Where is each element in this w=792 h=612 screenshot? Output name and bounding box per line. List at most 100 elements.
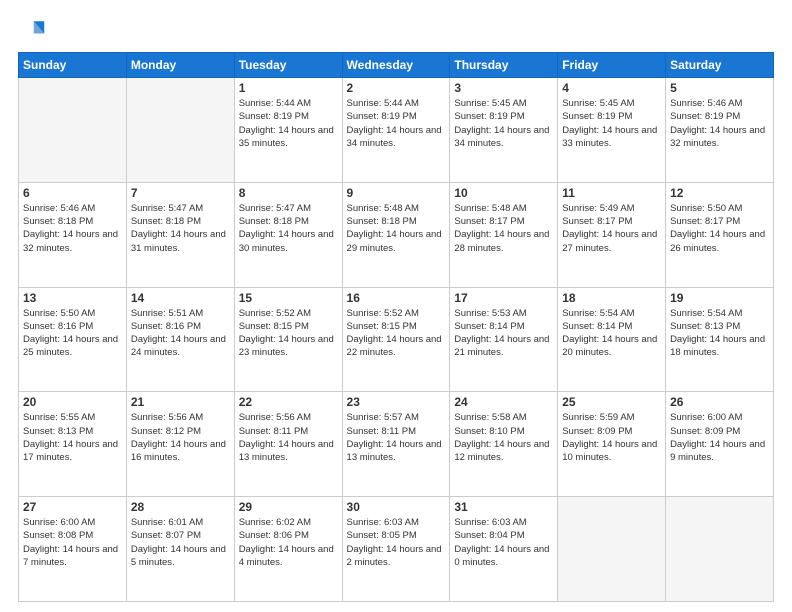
day-detail: Sunrise: 5:57 AM Sunset: 8:11 PM Dayligh… — [347, 411, 446, 464]
calendar-table: SundayMondayTuesdayWednesdayThursdayFrid… — [18, 52, 774, 602]
calendar-cell: 20 Sunrise: 5:55 AM Sunset: 8:13 PM Dayli… — [19, 392, 127, 497]
logo-icon — [18, 16, 46, 44]
page: SundayMondayTuesdayWednesdayThursdayFrid… — [0, 0, 792, 612]
day-detail: Sunrise: 5:50 AM Sunset: 8:16 PM Dayligh… — [23, 307, 122, 360]
day-detail: Sunrise: 5:45 AM Sunset: 8:19 PM Dayligh… — [562, 97, 661, 150]
day-detail: Sunrise: 6:02 AM Sunset: 8:06 PM Dayligh… — [239, 516, 338, 569]
calendar-weekday-sunday: Sunday — [19, 53, 127, 78]
day-detail: Sunrise: 5:47 AM Sunset: 8:18 PM Dayligh… — [239, 202, 338, 255]
calendar-week-row: 13 Sunrise: 5:50 AM Sunset: 8:16 PM Dayli… — [19, 287, 774, 392]
header — [18, 16, 774, 44]
calendar-cell: 11 Sunrise: 5:49 AM Sunset: 8:17 PM Dayli… — [558, 182, 666, 287]
day-detail: Sunrise: 5:46 AM Sunset: 8:18 PM Dayligh… — [23, 202, 122, 255]
day-number: 7 — [131, 186, 230, 200]
calendar-week-row: 1Sunrise: 5:44 AM Sunset: 8:19 PM Daylig… — [19, 78, 774, 183]
day-detail: Sunrise: 5:59 AM Sunset: 8:09 PM Dayligh… — [562, 411, 661, 464]
day-number: 28 — [131, 500, 230, 514]
calendar-cell: 27 Sunrise: 6:00 AM Sunset: 8:08 PM Dayli… — [19, 497, 127, 602]
day-number: 11 — [562, 186, 661, 200]
day-detail: Sunrise: 5:58 AM Sunset: 8:10 PM Dayligh… — [454, 411, 553, 464]
day-detail: Sunrise: 6:01 AM Sunset: 8:07 PM Dayligh… — [131, 516, 230, 569]
calendar-cell: 18 Sunrise: 5:54 AM Sunset: 8:14 PM Dayli… — [558, 287, 666, 392]
calendar-cell: 24 Sunrise: 5:58 AM Sunset: 8:10 PM Dayli… — [450, 392, 558, 497]
calendar-cell — [126, 78, 234, 183]
calendar-weekday-saturday: Saturday — [666, 53, 774, 78]
calendar-week-row: 27 Sunrise: 6:00 AM Sunset: 8:08 PM Dayli… — [19, 497, 774, 602]
day-number: 3 — [454, 81, 553, 95]
day-detail: Sunrise: 5:54 AM Sunset: 8:13 PM Dayligh… — [670, 307, 769, 360]
calendar-header-row: SundayMondayTuesdayWednesdayThursdayFrid… — [19, 53, 774, 78]
calendar-week-row: 20 Sunrise: 5:55 AM Sunset: 8:13 PM Dayli… — [19, 392, 774, 497]
calendar-weekday-thursday: Thursday — [450, 53, 558, 78]
day-number: 25 — [562, 395, 661, 409]
day-number: 14 — [131, 291, 230, 305]
day-number: 21 — [131, 395, 230, 409]
day-number: 23 — [347, 395, 446, 409]
calendar-cell: 29 Sunrise: 6:02 AM Sunset: 8:06 PM Dayli… — [234, 497, 342, 602]
day-number: 6 — [23, 186, 122, 200]
day-number: 29 — [239, 500, 338, 514]
calendar-cell: 1Sunrise: 5:44 AM Sunset: 8:19 PM Daylig… — [234, 78, 342, 183]
calendar-cell: 12Sunrise: 5:50 AM Sunset: 8:17 PM Dayli… — [666, 182, 774, 287]
day-number: 8 — [239, 186, 338, 200]
calendar-cell: 7 Sunrise: 5:47 AM Sunset: 8:18 PM Daylig… — [126, 182, 234, 287]
calendar-cell: 2 Sunrise: 5:44 AM Sunset: 8:19 PM Daylig… — [342, 78, 450, 183]
calendar-cell: 17 Sunrise: 5:53 AM Sunset: 8:14 PM Dayli… — [450, 287, 558, 392]
day-number: 24 — [454, 395, 553, 409]
day-detail: Sunrise: 6:03 AM Sunset: 8:04 PM Dayligh… — [454, 516, 553, 569]
day-detail: Sunrise: 5:48 AM Sunset: 8:17 PM Dayligh… — [454, 202, 553, 255]
day-number: 27 — [23, 500, 122, 514]
calendar-cell: 9Sunrise: 5:48 AM Sunset: 8:18 PM Daylig… — [342, 182, 450, 287]
calendar-cell: 22 Sunrise: 5:56 AM Sunset: 8:11 PM Dayli… — [234, 392, 342, 497]
day-detail: Sunrise: 5:56 AM Sunset: 8:11 PM Dayligh… — [239, 411, 338, 464]
day-detail: Sunrise: 5:44 AM Sunset: 8:19 PM Dayligh… — [347, 97, 446, 150]
calendar-cell — [19, 78, 127, 183]
logo — [18, 16, 50, 44]
day-number: 22 — [239, 395, 338, 409]
calendar-cell: 10 Sunrise: 5:48 AM Sunset: 8:17 PM Dayli… — [450, 182, 558, 287]
calendar-cell: 8 Sunrise: 5:47 AM Sunset: 8:18 PM Daylig… — [234, 182, 342, 287]
day-number: 10 — [454, 186, 553, 200]
day-number: 30 — [347, 500, 446, 514]
day-detail: Sunrise: 5:47 AM Sunset: 8:18 PM Dayligh… — [131, 202, 230, 255]
day-number: 19 — [670, 291, 769, 305]
day-detail: Sunrise: 6:00 AM Sunset: 8:09 PM Dayligh… — [670, 411, 769, 464]
day-number: 16 — [347, 291, 446, 305]
day-detail: Sunrise: 5:52 AM Sunset: 8:15 PM Dayligh… — [347, 307, 446, 360]
calendar-cell: 25 Sunrise: 5:59 AM Sunset: 8:09 PM Dayli… — [558, 392, 666, 497]
calendar-cell: 23 Sunrise: 5:57 AM Sunset: 8:11 PM Dayli… — [342, 392, 450, 497]
day-detail: Sunrise: 5:56 AM Sunset: 8:12 PM Dayligh… — [131, 411, 230, 464]
calendar-cell — [666, 497, 774, 602]
day-number: 26 — [670, 395, 769, 409]
day-number: 5 — [670, 81, 769, 95]
day-detail: Sunrise: 5:46 AM Sunset: 8:19 PM Dayligh… — [670, 97, 769, 150]
day-detail: Sunrise: 5:45 AM Sunset: 8:19 PM Dayligh… — [454, 97, 553, 150]
calendar-cell: 31Sunrise: 6:03 AM Sunset: 8:04 PM Dayli… — [450, 497, 558, 602]
day-number: 9 — [347, 186, 446, 200]
calendar-cell — [558, 497, 666, 602]
day-detail: Sunrise: 5:44 AM Sunset: 8:19 PM Dayligh… — [239, 97, 338, 150]
day-detail: Sunrise: 5:55 AM Sunset: 8:13 PM Dayligh… — [23, 411, 122, 464]
calendar-cell: 26 Sunrise: 6:00 AM Sunset: 8:09 PM Dayli… — [666, 392, 774, 497]
day-number: 2 — [347, 81, 446, 95]
day-number: 17 — [454, 291, 553, 305]
day-detail: Sunrise: 5:50 AM Sunset: 8:17 PM Dayligh… — [670, 202, 769, 255]
day-number: 20 — [23, 395, 122, 409]
day-number: 4 — [562, 81, 661, 95]
day-detail: Sunrise: 5:49 AM Sunset: 8:17 PM Dayligh… — [562, 202, 661, 255]
calendar-weekday-tuesday: Tuesday — [234, 53, 342, 78]
day-number: 18 — [562, 291, 661, 305]
calendar-cell: 13 Sunrise: 5:50 AM Sunset: 8:16 PM Dayli… — [19, 287, 127, 392]
calendar-weekday-wednesday: Wednesday — [342, 53, 450, 78]
day-detail: Sunrise: 6:03 AM Sunset: 8:05 PM Dayligh… — [347, 516, 446, 569]
calendar-weekday-friday: Friday — [558, 53, 666, 78]
calendar-cell: 5 Sunrise: 5:46 AM Sunset: 8:19 PM Daylig… — [666, 78, 774, 183]
calendar-cell: 16 Sunrise: 5:52 AM Sunset: 8:15 PM Dayli… — [342, 287, 450, 392]
calendar-cell: 15Sunrise: 5:52 AM Sunset: 8:15 PM Dayli… — [234, 287, 342, 392]
calendar-cell: 6 Sunrise: 5:46 AM Sunset: 8:18 PM Daylig… — [19, 182, 127, 287]
day-detail: Sunrise: 6:00 AM Sunset: 8:08 PM Dayligh… — [23, 516, 122, 569]
day-number: 13 — [23, 291, 122, 305]
day-detail: Sunrise: 5:54 AM Sunset: 8:14 PM Dayligh… — [562, 307, 661, 360]
day-detail: Sunrise: 5:53 AM Sunset: 8:14 PM Dayligh… — [454, 307, 553, 360]
calendar-cell: 30 Sunrise: 6:03 AM Sunset: 8:05 PM Dayli… — [342, 497, 450, 602]
